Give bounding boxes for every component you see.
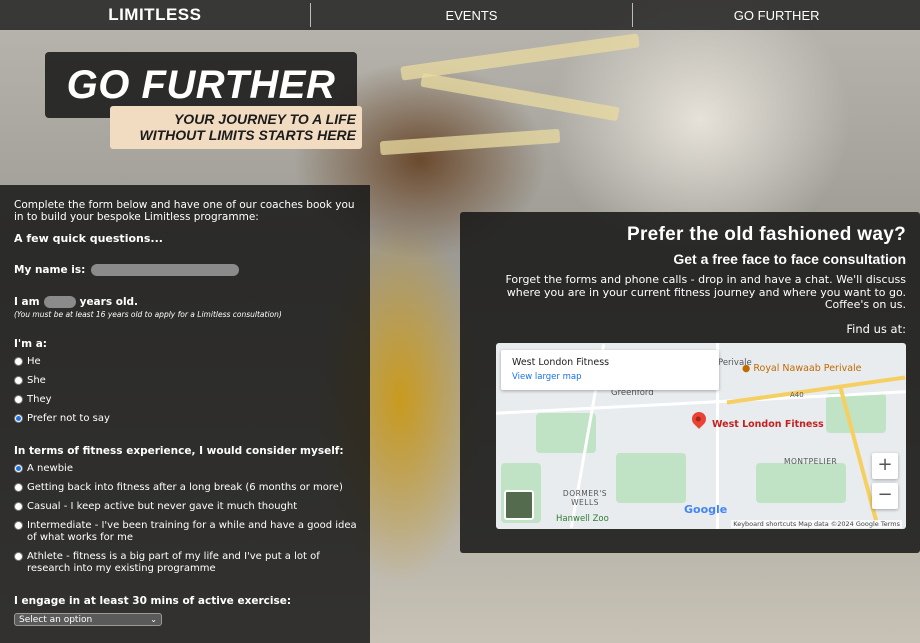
radio-button-selected[interactable]: [14, 464, 23, 473]
map-poi-label: Royal Nawaab Perivale: [753, 363, 862, 374]
hero-subtitle-line-1: YOUR JOURNEY TO A LIFE: [173, 111, 356, 127]
panel-body-line: Coffee's on us.: [824, 298, 906, 311]
radio-button[interactable]: [14, 376, 23, 385]
map-pin-label[interactable]: West London Fitness: [712, 419, 824, 430]
age-prefix: I am: [14, 296, 40, 308]
radio-label: A newbie: [27, 463, 73, 474]
form-intro: Complete the form below and have one of …: [14, 199, 355, 223]
radio-button[interactable]: [14, 521, 23, 530]
structure-beam: [379, 128, 561, 156]
gender-label: I'm a:: [14, 338, 48, 350]
map-place-card: West London Fitness View larger map: [501, 350, 719, 390]
radio-button-selected[interactable]: [14, 414, 23, 423]
gender-option-prefer-not-to-say[interactable]: Prefer not to say: [14, 413, 358, 425]
zoom-in-button[interactable]: +: [872, 453, 898, 479]
panel-body-line: Forget the forms and phone calls - drop …: [505, 273, 906, 286]
gender-option-he[interactable]: He: [14, 356, 358, 368]
name-row: My name is:: [14, 264, 358, 276]
radio-label: Intermediate - I've been training for a …: [27, 520, 357, 543]
experience-option-intermediate[interactable]: Intermediate - I've been training for a …: [14, 520, 358, 544]
name-label: My name is:: [14, 264, 86, 276]
google-logo: Google: [684, 503, 728, 516]
experience-option-athlete[interactable]: Athlete - fitness is a big part of my li…: [14, 551, 358, 575]
experience-label: In terms of fitness experience, I would …: [14, 445, 344, 457]
radio-button[interactable]: [14, 357, 23, 366]
gender-option-they[interactable]: They: [14, 394, 358, 406]
hero-subtitle-line-2: WITHOUT LIMITS STARTS HERE: [139, 127, 356, 143]
map-attribution[interactable]: Keyboard shortcuts Map data ©2024 Google…: [731, 520, 902, 528]
age-row: I am years old.: [14, 296, 358, 308]
age-note: (You must be at least 16 years old to ap…: [14, 310, 282, 319]
select-value: Select an option: [19, 614, 93, 625]
experience-option-casual[interactable]: Casual - I keep active but never gave it…: [14, 501, 358, 513]
chevron-down-icon: ⌄: [150, 615, 157, 624]
hero-subtitle: YOUR JOURNEY TO A LIFE WITHOUT LIMITS ST…: [110, 106, 362, 149]
map-label-a40: A40: [790, 391, 804, 399]
panel-body: Forget the forms and phone calls - drop …: [476, 273, 906, 312]
radio-button[interactable]: [14, 483, 23, 492]
location-map[interactable]: Greenford Perivale MONTPELIER DORMER'S W…: [496, 343, 906, 529]
form-heading: A few quick questions...: [14, 232, 163, 245]
map-park: [826, 393, 886, 433]
radio-label: Casual - I keep active but never gave it…: [27, 501, 298, 512]
zoom-out-button[interactable]: −: [872, 483, 898, 509]
restaurant-icon: ●: [742, 363, 751, 374]
background-structure: [379, 33, 680, 200]
radio-label: He: [27, 356, 41, 367]
find-us-label: Find us at:: [846, 322, 906, 336]
satellite-toggle-button[interactable]: [504, 490, 534, 520]
panel-subtitle: Get a free face to face consultation: [673, 251, 906, 267]
map-place-name: West London Fitness: [512, 357, 610, 368]
experience-options: A newbie Getting back into fitness after…: [14, 463, 358, 575]
top-navigation: LIMITLESS EVENTS GO FURTHER: [0, 0, 920, 30]
age-suffix: years old.: [79, 296, 139, 308]
experience-option-newbie[interactable]: A newbie: [14, 463, 358, 475]
map-pin-icon[interactable]: [689, 409, 709, 429]
panel-title: Prefer the old fashioned way?: [627, 224, 906, 245]
consultation-form: Complete the form below and have one of …: [0, 185, 370, 643]
radio-label: She: [27, 375, 46, 386]
map-park: [756, 463, 846, 503]
radio-button[interactable]: [14, 552, 23, 561]
nav-link-go-further[interactable]: GO FURTHER: [633, 8, 920, 23]
map-label-montpelier: MONTPELIER: [784, 457, 838, 466]
radio-label: Prefer not to say: [27, 413, 110, 424]
gender-options: He She They Prefer not to say: [14, 356, 358, 425]
structure-beam: [420, 72, 620, 122]
map-park: [616, 453, 686, 503]
map-poi-restaurant[interactable]: ● Royal Nawaab Perivale: [742, 363, 862, 374]
logo[interactable]: LIMITLESS: [0, 5, 310, 25]
radio-label: Athlete - fitness is a big part of my li…: [27, 551, 320, 574]
name-input[interactable]: [91, 264, 240, 276]
radio-button[interactable]: [14, 502, 23, 511]
experience-option-returning[interactable]: Getting back into fitness after a long b…: [14, 482, 358, 494]
radio-label: They: [27, 394, 52, 405]
exercise-frequency-select[interactable]: Select an option ⌄: [14, 613, 162, 626]
map-label-dormers-wells: DORMER'S WELLS: [562, 489, 608, 507]
nav-link-events[interactable]: EVENTS: [311, 8, 633, 23]
radio-label: Getting back into fitness after a long b…: [27, 482, 343, 493]
view-larger-map-link[interactable]: View larger map: [512, 372, 719, 382]
gender-option-she[interactable]: She: [14, 375, 358, 387]
map-label-hanwell-zoo: Hanwell Zoo: [556, 514, 609, 524]
exercise-label: I engage in at least 30 mins of active e…: [14, 595, 292, 607]
structure-beam: [400, 33, 640, 81]
age-input[interactable]: [43, 296, 76, 308]
radio-button[interactable]: [14, 395, 23, 404]
